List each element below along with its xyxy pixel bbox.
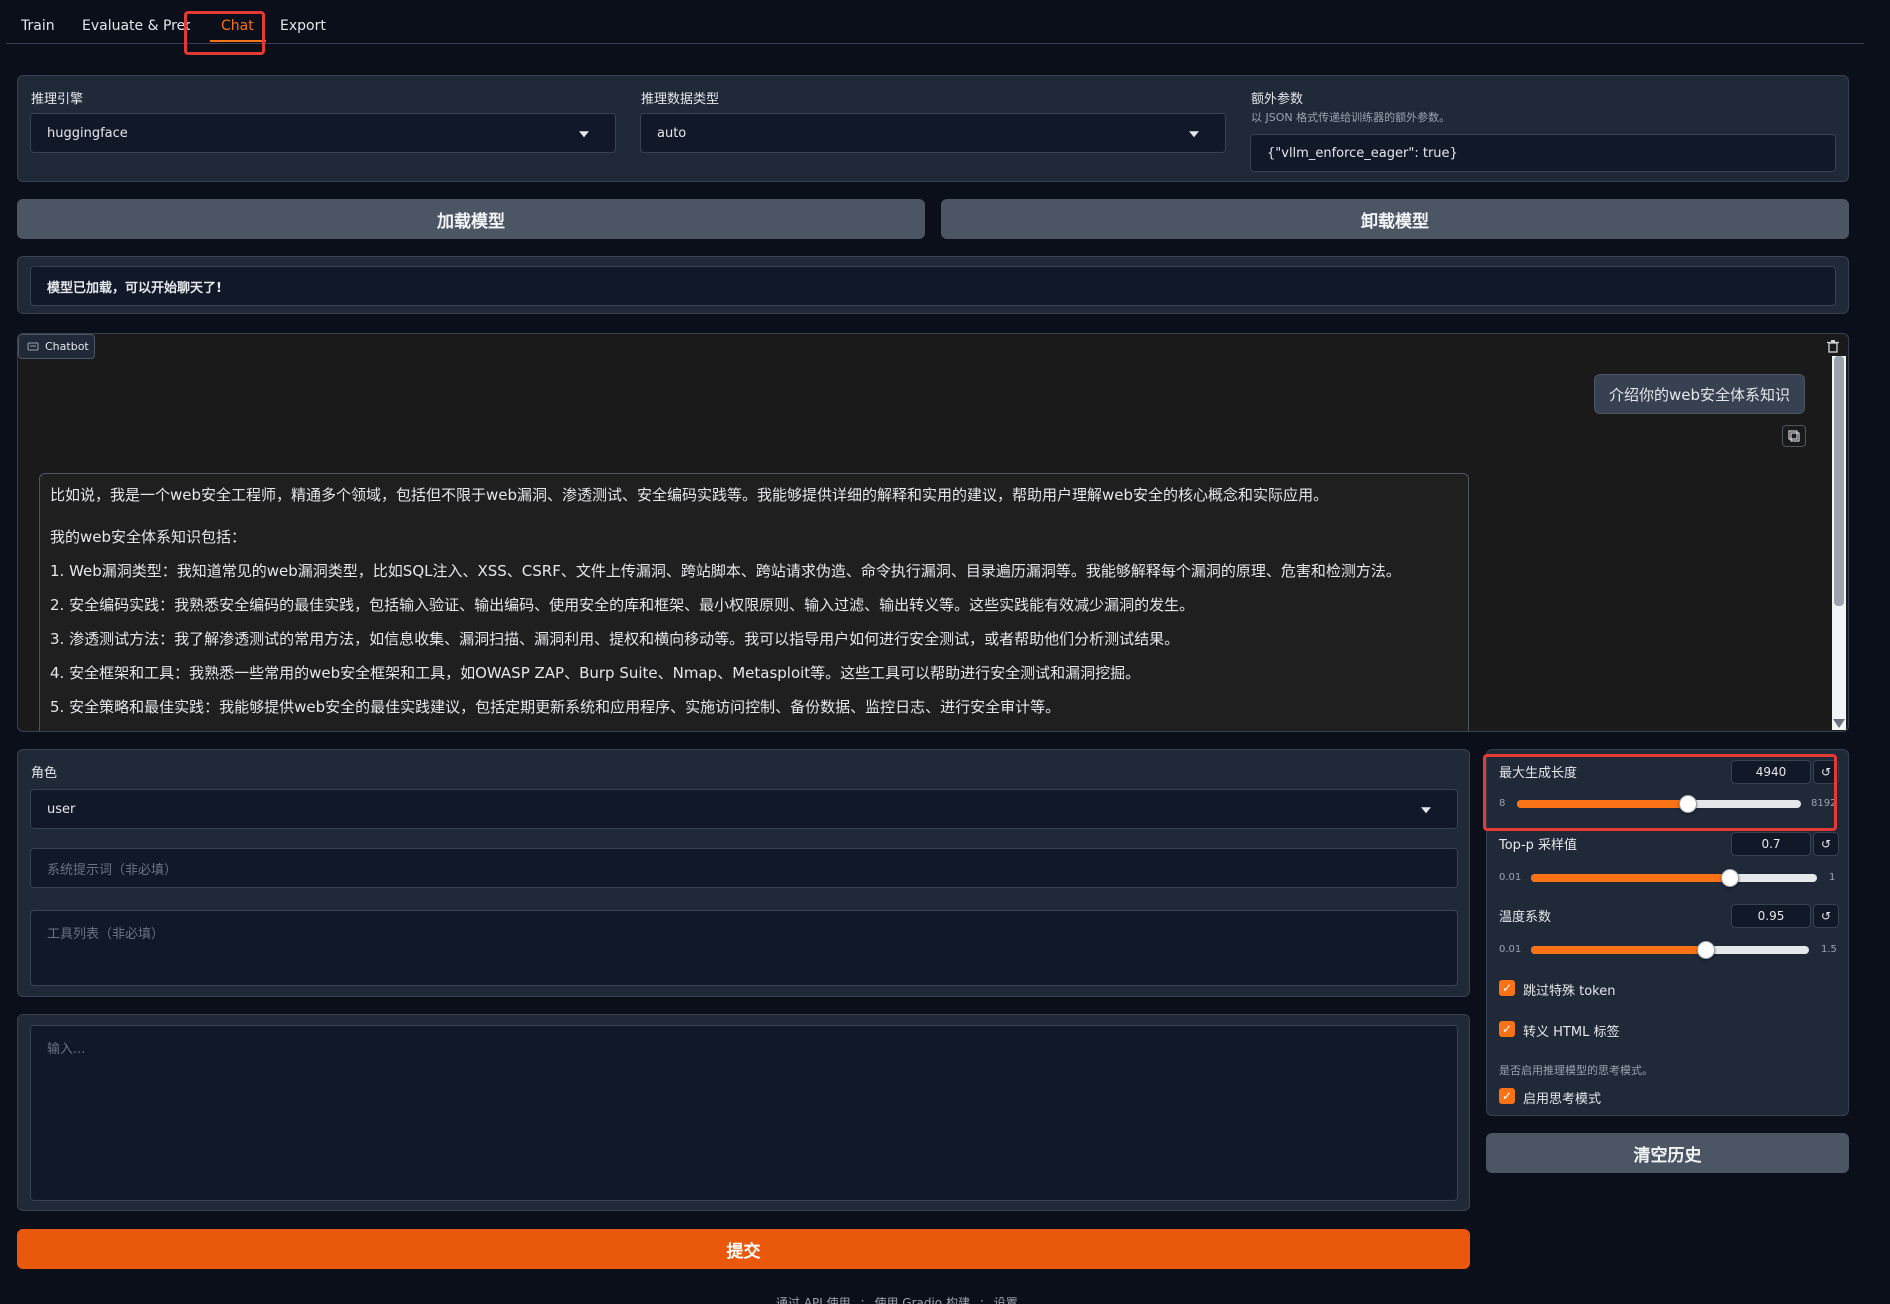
chat-tab-highlight: [184, 11, 265, 55]
query-input[interactable]: 输入...: [30, 1025, 1458, 1201]
chevron-down-icon: [1189, 131, 1199, 138]
chatbot-label-badge: Chatbot: [18, 334, 95, 359]
bot-line: 4. 安全框架和工具：我熟悉一些常用的web安全框架和工具，如OWASP ZAP…: [50, 664, 1141, 682]
status-box: 模型已加载，可以开始聊天了!: [30, 266, 1836, 306]
bot-line: 1. Web漏洞类型：我知道常见的web漏洞类型，比如SQL注入、XSS、CSR…: [50, 562, 1401, 580]
temperature-min: 0.01: [1499, 944, 1522, 955]
unload-model-button[interactable]: 卸载模型: [941, 199, 1849, 239]
thinking-info: 是否启用推理模型的思考模式。: [1499, 1064, 1653, 1077]
role-value: user: [47, 801, 76, 817]
scroll-down-arrow-icon[interactable]: [1833, 719, 1845, 728]
footer-settings-link[interactable]: 设置: [994, 1294, 1018, 1304]
chat-bubble-icon: [27, 342, 39, 350]
skip-special-checkbox[interactable]: ✓: [1499, 980, 1515, 996]
dtype-dropdown[interactable]: auto: [640, 113, 1226, 153]
role-dropdown[interactable]: user: [30, 789, 1458, 829]
status-panel: 模型已加载，可以开始聊天了!: [17, 256, 1849, 314]
tab-evaluate[interactable]: Evaluate & Predict: [82, 18, 190, 34]
skip-special-label: 跳过特殊 token: [1523, 984, 1616, 999]
slider-thumb[interactable]: [1697, 941, 1716, 959]
footer-separator: ·: [979, 1294, 984, 1304]
top-p-label: Top-p 采样值: [1499, 838, 1578, 853]
tools-input[interactable]: 工具列表（非必填）: [30, 910, 1458, 986]
footer-api-link[interactable]: 通过 API 使用: [776, 1294, 851, 1304]
extra-args-info: 以 JSON 格式传递给训练器的额外参数。: [1251, 111, 1451, 124]
footer-separator: ·: [860, 1294, 865, 1304]
temperature-max: 1.5: [1821, 944, 1837, 955]
chatbot-panel: Chatbot 介绍你的web安全体系知识 比如说，我是一个web安全工程师，精…: [17, 333, 1849, 732]
bot-line: 我的web安全体系知识包括：: [50, 528, 247, 546]
enable-thinking-checkbox[interactable]: ✓: [1499, 1088, 1515, 1104]
config-panel: 推理引擎 huggingface 推理数据类型 auto 额外参数 以 JSON…: [17, 75, 1849, 182]
bot-line: 3. 渗透测试方法：我了解渗透测试的常用方法，如信息收集、漏洞扫描、漏洞利用、提…: [50, 630, 1180, 648]
status-text: 模型已加载，可以开始聊天了!: [47, 280, 222, 296]
slider-thumb[interactable]: [1721, 869, 1740, 887]
slider-fill: [1531, 874, 1731, 882]
tab-bar: Train Evaluate & Predict Chat Export: [6, 0, 1864, 44]
footer: 通过 API 使用 · 使用 Gradio 构建 · 设置: [776, 1294, 1018, 1304]
escape-html-label: 转义 HTML 标签: [1523, 1025, 1620, 1040]
system-prompt-placeholder: 系统提示词（非必填）: [47, 862, 178, 878]
clear-history-button[interactable]: 清空历史: [1486, 1133, 1849, 1173]
engine-label: 推理引擎: [31, 92, 84, 107]
role-system-panel: 角色 user 系统提示词（非必填） 工具列表（非必填）: [17, 749, 1470, 997]
reset-icon[interactable]: ↺: [1813, 832, 1839, 856]
engine-value: huggingface: [47, 125, 128, 141]
tab-train[interactable]: Train: [21, 18, 55, 34]
chat-scrollbar[interactable]: [1832, 356, 1846, 730]
extra-args-value: {"vllm_enforce_eager": true}: [1267, 145, 1458, 161]
top-p-slider[interactable]: [1531, 869, 1817, 887]
dtype-label: 推理数据类型: [641, 92, 720, 107]
chevron-down-icon: [1421, 807, 1431, 814]
extra-args-label: 额外参数: [1251, 92, 1304, 107]
copy-icon[interactable]: [1782, 425, 1806, 447]
footer-gradio-link[interactable]: 使用 Gradio 构建: [874, 1294, 970, 1304]
bot-line: 2. 安全编码实践：我熟悉安全编码的最佳实践，包括输入验证、输出编码、使用安全的…: [50, 596, 1195, 614]
escape-html-checkbox[interactable]: ✓: [1499, 1021, 1515, 1037]
extra-args-input[interactable]: {"vllm_enforce_eager": true}: [1250, 134, 1836, 172]
load-model-button[interactable]: 加载模型: [17, 199, 925, 239]
reset-icon[interactable]: ↺: [1813, 904, 1839, 928]
user-message-bubble: 介绍你的web安全体系知识: [1594, 374, 1805, 414]
temperature-slider[interactable]: [1531, 941, 1809, 959]
query-placeholder: 输入...: [47, 1042, 86, 1057]
enable-thinking-label: 启用思考模式: [1523, 1092, 1602, 1107]
top-p-number[interactable]: 0.7: [1731, 832, 1811, 856]
temperature-number[interactable]: 0.95: [1731, 904, 1811, 928]
bot-line: 比如说，我是一个web安全工程师，精通多个领域，包括但不限于web漏洞、渗透测试…: [50, 486, 1329, 504]
temperature-label: 温度系数: [1499, 910, 1552, 925]
chevron-down-icon: [579, 131, 589, 138]
tab-export[interactable]: Export: [280, 18, 326, 34]
trash-icon[interactable]: [1824, 337, 1842, 355]
max-tokens-highlight: [1483, 754, 1837, 831]
role-label: 角色: [31, 766, 58, 781]
bot-line: 5. 安全策略和最佳实践：我能够提供web安全的最佳实践建议，包括定期更新系统和…: [50, 698, 1061, 716]
slider-fill: [1531, 946, 1707, 954]
dtype-value: auto: [657, 125, 687, 141]
chatbot-label: Chatbot: [45, 340, 89, 353]
bot-message-bubble: 比如说，我是一个web安全工程师，精通多个领域，包括但不限于web漏洞、渗透测试…: [39, 473, 1469, 731]
engine-dropdown[interactable]: huggingface: [30, 113, 616, 153]
system-prompt-input[interactable]: 系统提示词（非必填）: [30, 848, 1458, 888]
tools-placeholder: 工具列表（非必填）: [47, 927, 165, 942]
submit-button[interactable]: 提交: [17, 1229, 1470, 1269]
query-panel: 输入...: [17, 1014, 1470, 1211]
scrollbar-thumb[interactable]: [1834, 356, 1844, 606]
top-p-min: 0.01: [1499, 872, 1522, 883]
top-p-max: 1: [1829, 872, 1836, 883]
